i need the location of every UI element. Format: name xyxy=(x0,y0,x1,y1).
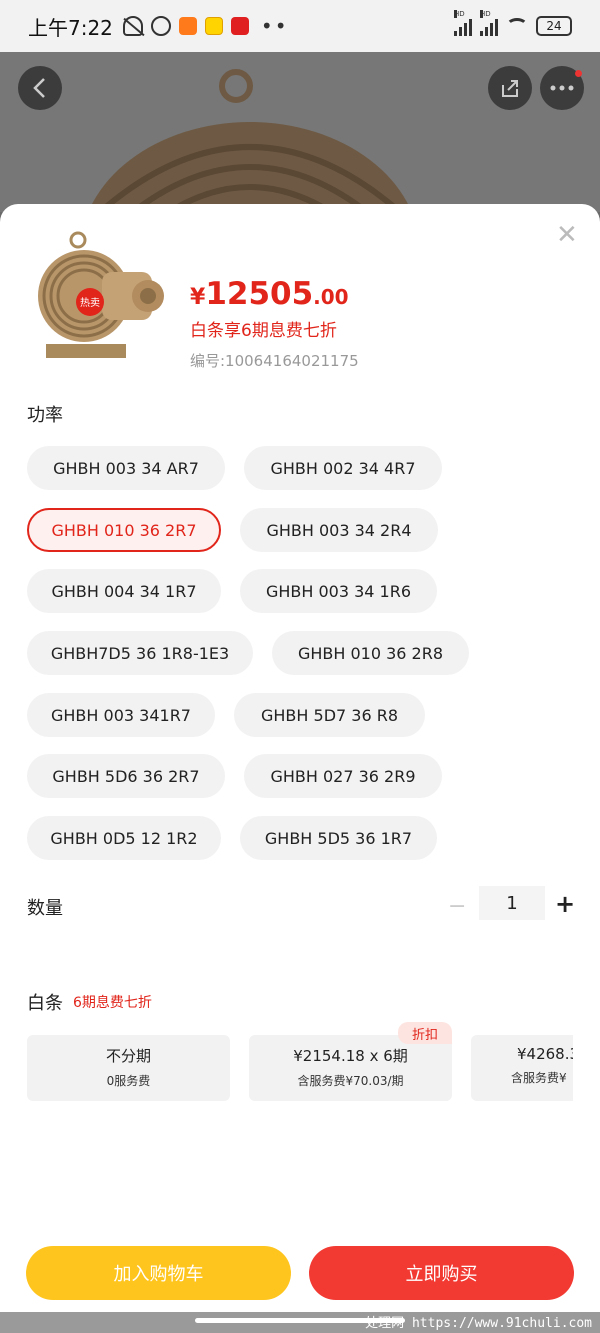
quantity-decrease-button[interactable]: − xyxy=(448,894,466,919)
sku-selection-sheet: ✕ 热卖 ¥ 12505 .00 白条享6期息费七折 编号:1006416402… xyxy=(0,204,600,1312)
power-option[interactable]: GHBH7D5 36 1R8-1E3 xyxy=(27,631,253,675)
installment-fee: 0服务费 xyxy=(106,1074,151,1088)
add-to-cart-button[interactable]: 加入购物车 xyxy=(26,1246,291,1300)
price-integer: 12505 xyxy=(205,276,314,312)
status-bar: 上午7:22 •• HD HD 24 xyxy=(0,0,600,52)
power-option[interactable]: GHBH 027 36 2R9 xyxy=(244,754,442,798)
power-label: 功率 xyxy=(27,405,63,426)
hot-sale-badge: 热卖 xyxy=(80,296,100,309)
installment-option[interactable]: 不分期 0服务费 xyxy=(27,1035,230,1101)
status-icons-right: HD HD 24 xyxy=(454,10,572,36)
app-notification-icon xyxy=(178,17,197,35)
price-currency: ¥ xyxy=(190,285,206,310)
power-option[interactable]: GHBH 004 34 1R7 xyxy=(27,569,221,613)
price: ¥ 12505 .00 xyxy=(190,276,349,312)
quantity-increase-button[interactable]: + xyxy=(555,890,575,918)
close-icon[interactable]: ✕ xyxy=(556,222,578,248)
installment-option[interactable]: ¥2154.18 x 6期 含服务费¥70.03/期 xyxy=(249,1035,452,1101)
installment-promo: 白条享6期息费七折 xyxy=(190,321,337,341)
mute-icon xyxy=(122,16,143,36)
share-button[interactable] xyxy=(488,66,532,110)
navigation-bar: 处理网 https://www.91chuli.com xyxy=(0,1312,600,1333)
share-icon xyxy=(502,80,518,97)
baitiao-label: 白条 xyxy=(27,993,63,1014)
watermark: 处理网 https://www.91chuli.com xyxy=(365,1316,592,1331)
power-option[interactable]: GHBH 0D5 12 1R2 xyxy=(27,816,221,860)
more-dots-icon xyxy=(550,85,574,91)
app-notification-icon xyxy=(204,17,223,35)
chevron-left-icon xyxy=(33,78,45,98)
more-notifications-icon: •• xyxy=(260,14,289,38)
price-decimal: .00 xyxy=(313,285,349,309)
status-icons-left: •• xyxy=(122,14,289,38)
product-thumbnail: 热卖 xyxy=(38,231,164,358)
battery-icon: 24 xyxy=(536,16,572,36)
power-option[interactable]: GHBH 010 36 2R8 xyxy=(272,631,469,675)
installment-fee: 含服务费¥ xyxy=(511,1071,567,1085)
installment-title: ¥2154.18 x 6期 xyxy=(293,1047,408,1065)
battery-level: 24 xyxy=(546,19,562,33)
product-image-background xyxy=(88,69,412,212)
power-option[interactable]: GHBH 003 34 AR7 xyxy=(27,446,225,490)
baitiao-promo: 6期息费七折 xyxy=(73,995,152,1011)
wifi-icon xyxy=(506,18,528,34)
power-option[interactable]: GHBH 5D5 36 1R7 xyxy=(240,816,437,860)
power-option[interactable]: GHBH 003 341R7 xyxy=(27,693,215,737)
more-button[interactable] xyxy=(540,66,584,110)
power-option[interactable]: GHBH 003 34 1R6 xyxy=(240,569,437,613)
installment-fee: 含服务费¥70.03/期 xyxy=(297,1074,404,1088)
quantity-input[interactable]: 1 xyxy=(479,886,545,920)
power-option[interactable]: GHBH 003 34 2R4 xyxy=(240,508,438,552)
buy-now-button[interactable]: 立即购买 xyxy=(309,1246,574,1300)
app-notification-icon xyxy=(230,17,249,35)
power-option[interactable]: GHBH 5D7 36 R8 xyxy=(234,693,425,737)
alarm-icon xyxy=(150,16,171,36)
power-option-selected[interactable]: GHBH 010 36 2R7 xyxy=(27,508,221,552)
power-option[interactable]: GHBH 5D6 36 2R7 xyxy=(27,754,225,798)
signal-icon: HD xyxy=(454,10,472,36)
status-time: 上午7:22 xyxy=(28,15,113,40)
power-option[interactable]: GHBH 002 34 4R7 xyxy=(244,446,442,490)
notification-dot xyxy=(575,70,582,77)
quantity-label: 数量 xyxy=(27,898,63,919)
sku-number: 编号:10064164021175 xyxy=(190,352,359,370)
installment-option[interactable]: ¥4268.3 含服务费¥ xyxy=(471,1035,573,1101)
back-button[interactable] xyxy=(18,66,62,110)
signal-icon: HD xyxy=(480,10,498,36)
discount-tag: 折扣 xyxy=(398,1022,452,1044)
installment-title: 不分期 xyxy=(105,1047,151,1065)
installment-title: ¥4268.3 xyxy=(517,1045,573,1063)
